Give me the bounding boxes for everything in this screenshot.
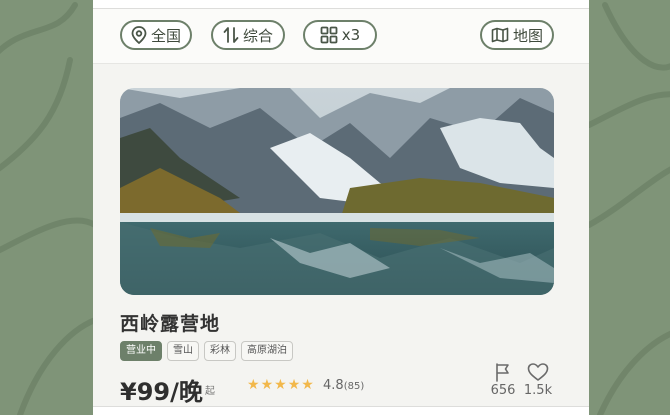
star-icon: ★	[274, 377, 287, 393]
region-filter-label: 全国	[150, 26, 181, 45]
tag-list: 营业中 雪山 彩林 高原湖泊	[120, 341, 293, 361]
rating-value: 4.8	[323, 378, 344, 393]
like-count: 1.5k	[523, 383, 553, 398]
layout-columns-label: x3	[341, 26, 361, 44]
status-badge: 营业中	[120, 341, 162, 361]
filter-toolbar: 全国 综合 x3 地图	[93, 9, 589, 64]
grid-icon	[320, 26, 338, 44]
price: ¥99/晚	[120, 378, 203, 406]
sort-arrows-icon	[223, 26, 239, 44]
star-icon: ★	[301, 377, 314, 393]
map-view-label: 地图	[512, 26, 543, 45]
like-button[interactable]: 1.5k	[518, 362, 558, 398]
region-filter-button[interactable]: 全国	[120, 20, 192, 50]
flag-count: 656	[490, 383, 516, 398]
campsite-card[interactable]: 西岭露营地 营业中 雪山 彩林 高原湖泊 ¥99/晚 起 ★ ★ ★ ★ ★ 4…	[93, 64, 589, 407]
star-icon: ★	[287, 377, 301, 393]
map-icon	[491, 27, 509, 43]
layout-columns-button[interactable]: x3	[303, 20, 377, 50]
flag-icon	[483, 362, 523, 382]
price-suffix: 起	[205, 386, 215, 397]
star-icon: ★	[247, 377, 260, 393]
star-rating: ★ ★ ★ ★ ★	[247, 378, 314, 392]
sort-label: 综合	[242, 26, 273, 45]
campsite-name: 西岭露营地	[120, 313, 221, 335]
panel-top-edge	[93, 0, 589, 9]
flag-button[interactable]: 656	[483, 362, 523, 398]
feature-tag: 雪山	[167, 341, 199, 361]
feature-tag: 彩林	[204, 341, 236, 361]
feature-tag: 高原湖泊	[241, 341, 293, 361]
heart-icon	[518, 362, 558, 382]
rating: 4.8(85)	[323, 378, 364, 393]
star-icon: ★	[260, 377, 274, 393]
review-count: (85)	[343, 381, 365, 392]
panel-bottom-edge	[93, 406, 589, 415]
map-view-button[interactable]: 地图	[480, 20, 554, 50]
location-pin-icon	[131, 26, 147, 44]
sort-button[interactable]: 综合	[211, 20, 285, 50]
listing-panel: 全国 综合 x3 地图 西岭露营地 营业中 雪山 彩林 高原湖泊 ¥99/晚 起…	[93, 0, 589, 415]
campsite-photo[interactable]	[120, 88, 554, 295]
